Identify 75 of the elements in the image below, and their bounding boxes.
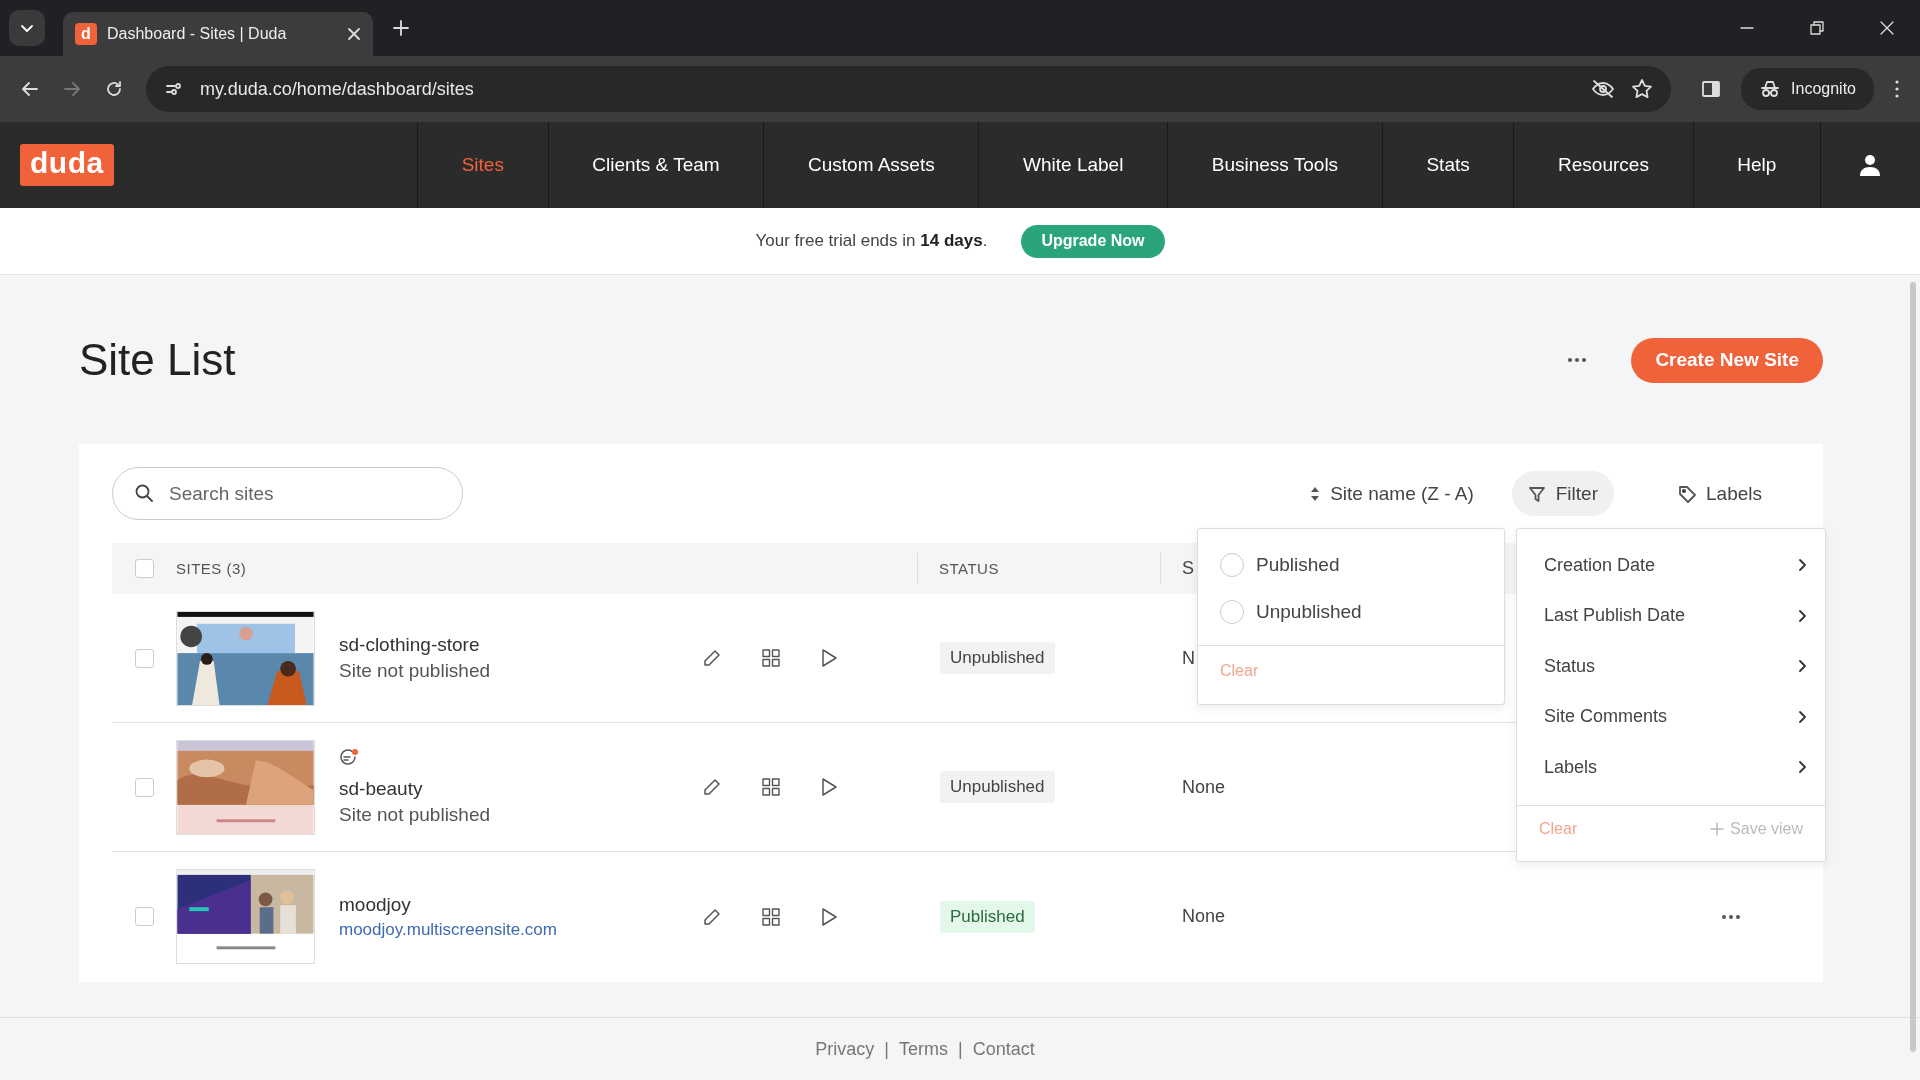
- row-checkbox[interactable]: [134, 907, 154, 926]
- table-cell: None: [1182, 776, 1226, 797]
- footer-link[interactable]: Contact: [972, 1039, 1035, 1060]
- chevron-right-icon: [1798, 760, 1808, 775]
- new-tab-icon[interactable]: [393, 20, 409, 36]
- labels-button[interactable]: Labels: [1662, 471, 1790, 516]
- column-header: STATUS: [939, 560, 999, 577]
- status-badge: Published: [940, 900, 1035, 933]
- plus-icon: [1710, 822, 1725, 836]
- separator: |: [884, 1039, 889, 1060]
- profile-button[interactable]: Incognito: [1741, 68, 1874, 110]
- sort-button[interactable]: Site name (Z - A): [1294, 471, 1490, 516]
- trial-notice: Your free trial ends in 14 days.: [755, 231, 988, 251]
- footer-link[interactable]: Terms: [899, 1039, 948, 1060]
- site-url-link[interactable]: moodjoy.multiscreensite.com: [339, 919, 557, 940]
- filter-icon: [1527, 484, 1546, 503]
- table-row[interactable]: moodjoy moodjoy.multiscreensite.com Published None: [112, 852, 1790, 981]
- url-text: my.duda.co/home/dashboard/sites: [200, 78, 474, 100]
- restore-icon[interactable]: [1810, 21, 1824, 35]
- search-field[interactable]: Search sites: [112, 467, 463, 520]
- row-checkbox[interactable]: [134, 777, 154, 797]
- forward-icon[interactable]: [62, 79, 82, 99]
- site-name[interactable]: moodjoy: [339, 893, 411, 916]
- tab-list-caret-icon[interactable]: [9, 10, 45, 46]
- site-subtitle: Site not published: [339, 660, 491, 682]
- row-more-icon[interactable]: [1720, 913, 1741, 920]
- table-cell: N: [1182, 647, 1195, 668]
- select-all-checkbox[interactable]: [134, 559, 154, 578]
- page-title: Site List: [79, 335, 236, 385]
- comment-icon[interactable]: [339, 748, 359, 766]
- chevron-right-icon: [1798, 608, 1808, 623]
- menu-item[interactable]: Creation Date: [1517, 540, 1825, 591]
- chevron-right-icon: [1798, 659, 1808, 674]
- more-icon[interactable]: [1567, 357, 1588, 363]
- status-badge: Unpublished: [940, 771, 1055, 803]
- chevron-right-icon: [1798, 558, 1808, 573]
- eye-off-icon[interactable]: [1591, 79, 1616, 99]
- separator: |: [958, 1039, 963, 1060]
- grid-icon[interactable]: [762, 778, 780, 796]
- close-icon[interactable]: [347, 27, 361, 41]
- pencil-icon[interactable]: [702, 648, 722, 668]
- star-icon[interactable]: [1631, 78, 1654, 100]
- site-name[interactable]: sd-clothing-store: [339, 634, 480, 656]
- browser-tab[interactable]: d Dashboard - Sites | Duda: [63, 12, 373, 56]
- reload-icon[interactable]: [104, 79, 124, 99]
- tag-icon: [1678, 484, 1696, 503]
- column-header: S: [1182, 558, 1195, 579]
- status-badge: Unpublished: [940, 642, 1055, 674]
- favicon-icon: d: [75, 23, 97, 45]
- kebab-menu-icon[interactable]: [1894, 79, 1900, 99]
- search-icon: [134, 483, 154, 503]
- scrollbar[interactable]: [1910, 282, 1916, 1052]
- grid-icon[interactable]: [762, 907, 780, 926]
- pencil-icon[interactable]: [702, 906, 722, 927]
- back-icon[interactable]: [20, 79, 40, 99]
- radio-option[interactable]: Published: [1198, 541, 1504, 588]
- side-panel-icon[interactable]: [1701, 79, 1722, 99]
- incognito-icon: [1759, 80, 1782, 98]
- site-name[interactable]: sd-beauty: [339, 778, 423, 800]
- footer-link[interactable]: Privacy: [815, 1039, 875, 1060]
- filter-button[interactable]: Filter: [1511, 471, 1614, 516]
- pencil-icon[interactable]: [702, 777, 722, 797]
- column-header: SITES (3): [176, 560, 247, 577]
- play-icon[interactable]: [820, 906, 838, 927]
- play-icon[interactable]: [820, 777, 838, 797]
- user-icon[interactable]: [1859, 154, 1882, 176]
- tab-title: Dashboard - Sites | Duda: [107, 25, 288, 43]
- play-icon[interactable]: [820, 648, 838, 668]
- address-field[interactable]: my.duda.co/home/dashboard/sites: [146, 66, 1672, 112]
- chevron-right-icon: [1798, 709, 1808, 724]
- site-subtitle: Site not published: [339, 804, 491, 826]
- table-cell: None: [1182, 906, 1226, 926]
- grid-icon[interactable]: [762, 649, 780, 667]
- row-checkbox[interactable]: [134, 648, 154, 668]
- close-icon[interactable]: [1880, 21, 1894, 35]
